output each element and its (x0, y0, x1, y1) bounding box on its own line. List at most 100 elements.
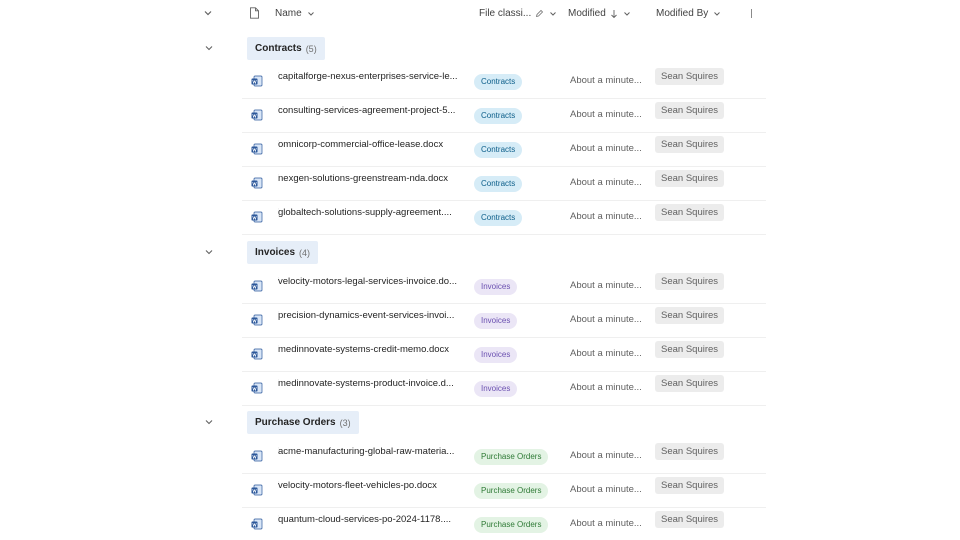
group-header-purchase-orders[interactable]: Purchase Orders (3) (247, 411, 359, 434)
word-doc-icon (251, 382, 263, 394)
chevron-down-icon (550, 11, 557, 16)
table-row[interactable]: ~velocity-motors-fleet-vehicles-po.docx … (242, 474, 766, 508)
group-header-invoices[interactable]: Invoices (4) (247, 241, 319, 264)
classification-tag: Invoices (474, 279, 518, 295)
classification-tag: Invoices (474, 313, 518, 329)
chevron-down-icon[interactable] (203, 42, 215, 54)
modified-by-persona[interactable]: Sean Squires (655, 273, 725, 290)
modified-by-persona[interactable]: Sean Squires (655, 341, 725, 358)
table-row[interactable]: ~precision-dynamics-event-services-invoi… (242, 304, 766, 338)
modified-column-header[interactable]: Modified (568, 8, 632, 19)
file-icon (250, 7, 259, 19)
chevron-down-icon[interactable] (203, 416, 215, 428)
table-row[interactable]: ~omnicorp-commercial-office-lease.docx C… (242, 133, 766, 167)
file-name-link[interactable]: ~nexgen-solutions-greenstream-nda.docx (278, 172, 466, 186)
word-doc-icon (251, 177, 263, 189)
modified-date: About a minute... (570, 109, 642, 120)
modified-date: About a minute... (570, 314, 642, 325)
modified-by-column-header[interactable]: Modified By (656, 8, 722, 19)
classification-tag: Invoices (474, 347, 518, 363)
table-row[interactable]: ~medinnovate-systems-credit-memo.docx In… (242, 338, 766, 372)
table-row[interactable]: ~nexgen-solutions-greenstream-nda.docx C… (242, 167, 766, 201)
word-doc-icon (251, 280, 263, 292)
modified-date: About a minute... (570, 348, 642, 359)
modified-by-persona[interactable]: Sean Squires (655, 443, 725, 460)
modified-date: About a minute... (570, 143, 642, 154)
name-column-label: Name (275, 8, 302, 19)
modified-date: About a minute... (570, 280, 642, 291)
modified-by-persona[interactable]: Sean Squires (655, 477, 725, 494)
modified-by-persona[interactable]: Sean Squires (655, 136, 725, 153)
chevron-down-icon (307, 11, 314, 16)
arrow-down-icon (610, 9, 617, 18)
document-library: Name File classi... Modified Modified By… (0, 0, 960, 540)
classification-tag: Invoices (474, 381, 518, 397)
collapse-all-toggle[interactable] (203, 8, 213, 18)
table-row[interactable]: ~medinnovate-systems-product-invoice.d..… (242, 372, 766, 406)
modified-by-persona[interactable]: Sean Squires (655, 204, 725, 221)
file-name-link[interactable]: ~precision-dynamics-event-services-invoi… (278, 309, 466, 323)
table-row[interactable]: ~acme-manufacturing-global-raw-materia..… (242, 440, 766, 474)
modified-date: About a minute... (570, 177, 642, 188)
modified-date: About a minute... (570, 450, 642, 461)
classification-tag: Purchase Orders (474, 449, 549, 465)
modified-by-persona[interactable]: Sean Squires (655, 375, 725, 392)
group-label: Purchase Orders (255, 417, 336, 428)
file-name-link[interactable]: ~medinnovate-systems-product-invoice.d..… (278, 377, 466, 391)
table-row[interactable]: ~quantum-cloud-services-po-2024-1178....… (242, 508, 766, 540)
table-row[interactable]: ~capitalforge-nexus-enterprises-service-… (242, 65, 766, 99)
modified-date: About a minute... (570, 484, 642, 495)
group-label: Contracts (255, 43, 302, 54)
file-name-link[interactable]: ~omnicorp-commercial-office-lease.docx (278, 138, 466, 152)
word-doc-icon (251, 109, 263, 121)
group-header-contracts[interactable]: Contracts (5) (247, 37, 325, 60)
modified-by-persona[interactable]: Sean Squires (655, 511, 725, 528)
modified-by-persona[interactable]: Sean Squires (655, 102, 725, 119)
word-doc-icon (251, 211, 263, 223)
file-name-link[interactable]: ~quantum-cloud-services-po-2024-1178.... (278, 513, 466, 527)
modified-by-persona[interactable]: Sean Squires (655, 307, 725, 324)
classification-tag: Contracts (474, 142, 523, 158)
classification-tag: Contracts (474, 176, 523, 192)
file-name-link[interactable]: ~velocity-motors-legal-services-invoice.… (278, 275, 466, 289)
modified-date: About a minute... (570, 75, 642, 86)
modified-column-label: Modified (568, 8, 606, 19)
file-name-link[interactable]: ~medinnovate-systems-credit-memo.docx (278, 343, 466, 357)
file-classification-column-label: File classi... (479, 8, 532, 19)
classification-tag: Contracts (474, 210, 523, 226)
file-type-column-header[interactable] (249, 7, 260, 19)
column-header-row: Name File classi... Modified Modified By (0, 0, 960, 28)
word-doc-icon (251, 484, 263, 496)
modified-by-persona[interactable]: Sean Squires (655, 68, 725, 85)
column-resize-handle[interactable] (751, 9, 752, 18)
word-doc-icon (251, 518, 263, 530)
classification-tag: Purchase Orders (474, 517, 549, 533)
file-name-link[interactable]: ~velocity-motors-fleet-vehicles-po.docx (278, 479, 466, 493)
modified-by-persona[interactable]: Sean Squires (655, 170, 725, 187)
file-classification-column-header[interactable]: File classi... (479, 8, 558, 19)
table-row[interactable]: ~velocity-motors-legal-services-invoice.… (242, 270, 766, 304)
edit-pencil-icon (536, 9, 544, 18)
name-column-header[interactable]: Name (275, 8, 316, 19)
table-row[interactable]: ~consulting-services-agreement-project-5… (242, 99, 766, 133)
word-doc-icon (251, 75, 263, 87)
table-row[interactable]: ~globaltech-solutions-supply-agreement..… (242, 201, 766, 235)
classification-tag: Contracts (474, 108, 523, 124)
group-count: (3) (339, 417, 351, 428)
chevron-down-icon (204, 11, 212, 16)
file-name-link[interactable]: ~consulting-services-agreement-project-5… (278, 104, 466, 118)
file-name-link[interactable]: ~acme-manufacturing-global-raw-materia..… (278, 445, 466, 459)
modified-by-column-label: Modified By (656, 8, 709, 19)
modified-date: About a minute... (570, 382, 642, 393)
chevron-down-icon[interactable] (203, 246, 215, 258)
word-doc-icon (251, 348, 263, 360)
group-count: (5) (305, 43, 317, 54)
modified-date: About a minute... (570, 211, 642, 222)
group-label: Invoices (255, 247, 296, 258)
word-doc-icon (251, 143, 263, 155)
file-name-link[interactable]: ~globaltech-solutions-supply-agreement..… (278, 206, 466, 220)
classification-tag: Contracts (474, 74, 523, 90)
group-count: (4) (299, 247, 311, 258)
classification-tag: Purchase Orders (474, 483, 549, 499)
file-name-link[interactable]: ~capitalforge-nexus-enterprises-service-… (278, 70, 466, 84)
